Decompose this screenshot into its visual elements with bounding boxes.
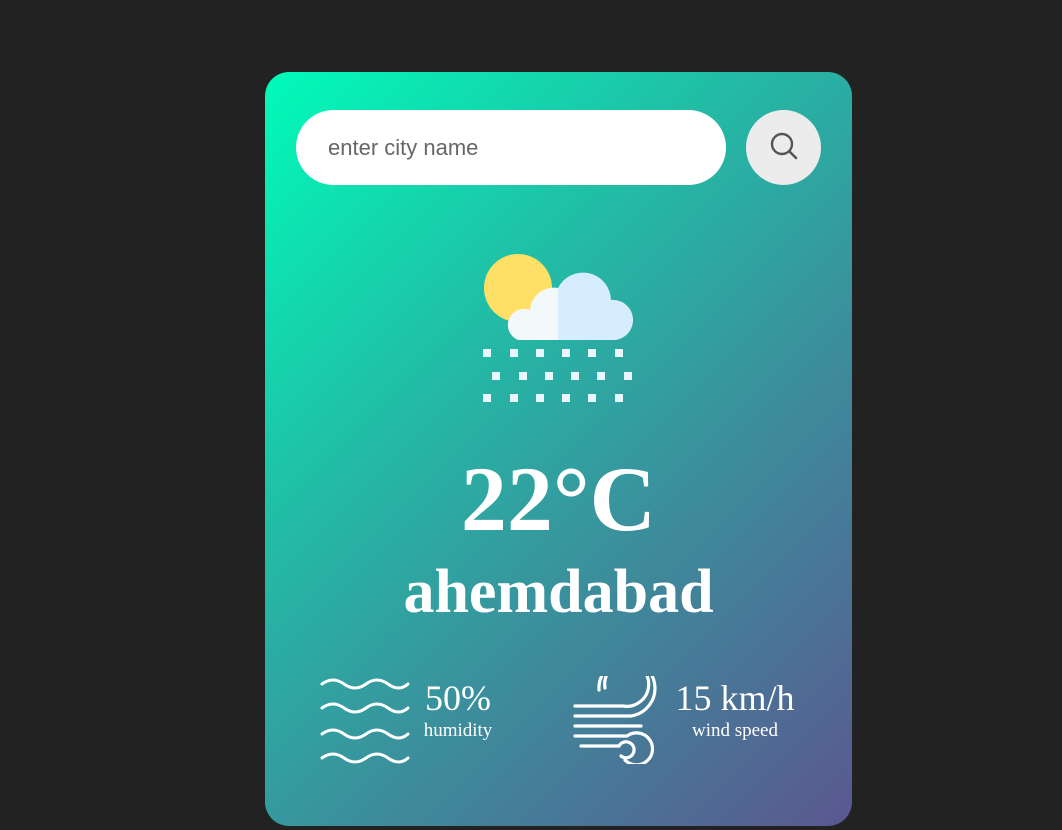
- weather-card: 22°C ahemdabad 50% humidity 15 km/h wind…: [265, 72, 852, 826]
- humidity-label: humidity: [423, 720, 493, 741]
- humidity-stat: 50% humidity: [415, 676, 501, 742]
- wind-icon: [571, 658, 661, 767]
- temperature: 22°C: [460, 448, 657, 550]
- search-icon: [769, 131, 799, 164]
- wind-label: wind speed: [691, 720, 778, 741]
- wind-stat: 15 km/h wind speed: [667, 676, 803, 742]
- search-button[interactable]: [746, 110, 821, 185]
- snow-cloud-sun-icon: [480, 252, 640, 407]
- humidity-waves-icon: [320, 676, 410, 764]
- city-name: ahemdabad: [403, 558, 714, 626]
- humidity-value: 50%: [425, 678, 491, 718]
- search-input[interactable]: [296, 110, 726, 185]
- wind-value: 15 km/h: [675, 678, 795, 718]
